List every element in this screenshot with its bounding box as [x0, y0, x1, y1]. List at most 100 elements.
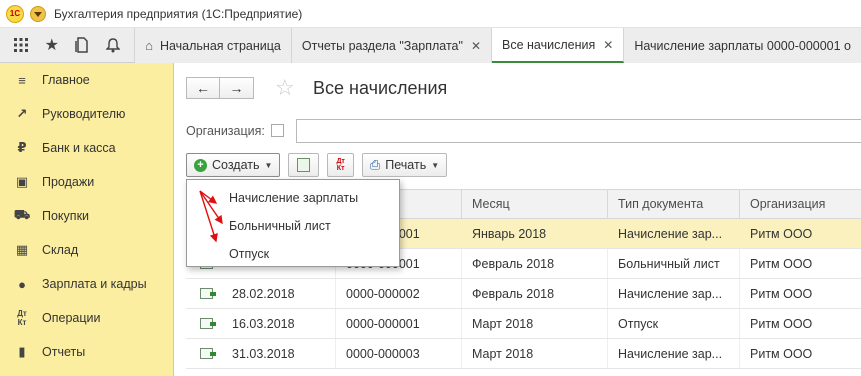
dt-kt-label-top: Дт	[336, 158, 345, 165]
print-button[interactable]: ⎙ Печать ▼	[361, 153, 448, 177]
doc-type-cell: Больничный лист	[608, 249, 740, 278]
tab-label: Начальная страница	[159, 38, 281, 53]
sidebar-item-sales[interactable]: ▣ Продажи	[0, 165, 173, 199]
tab-salary-reports[interactable]: Отчеты раздела "Зарплата" ✕	[291, 28, 493, 63]
command-bar: + Создать ▼ Дт Кт ⎙ Печать ▼	[186, 153, 455, 177]
sidebar-item-label: Склад	[42, 243, 79, 257]
sidebar-item-label: Отчеты	[42, 345, 86, 359]
tab-payroll-document[interactable]: Начисление зарплаты 0000-000001 о	[624, 28, 861, 63]
organization-cell: Ритм ООО	[750, 346, 813, 361]
sidebar-item-reports[interactable]: ▮ Отчеты	[0, 335, 173, 369]
page-title: Все начисления	[313, 78, 448, 98]
tab-label: Начисление зарплаты 0000-000001 о	[634, 38, 851, 53]
dt-kt-label-bottom: Кт	[336, 165, 345, 172]
organization-input[interactable]	[296, 119, 861, 143]
organization-cell: Ритм ООО	[750, 286, 813, 301]
sidebar-item-management[interactable]: ↗ Руководителю	[0, 97, 173, 131]
back-button[interactable]: ←	[186, 77, 220, 99]
star-icon[interactable]: ★	[43, 36, 61, 54]
month-cell: Март 2018	[462, 309, 608, 338]
home-icon: ⌂	[145, 38, 153, 53]
doc-type-cell: Отпуск	[608, 309, 740, 338]
chevron-down-icon: ▼	[264, 160, 273, 170]
menu-item-vacation[interactable]: Отпуск	[187, 240, 399, 268]
sidebar-item-label: Главное	[42, 73, 90, 87]
close-icon[interactable]: ✕	[603, 38, 613, 52]
sidebar-item-label: Покупки	[42, 209, 90, 223]
sidebar-item-bank[interactable]: ₽ Банк и касса	[0, 131, 173, 165]
month-cell: Январь 2018	[462, 219, 608, 248]
history-icon[interactable]	[73, 36, 91, 54]
tab-home[interactable]: ⌂ Начальная страница	[135, 28, 292, 63]
title-bar: 1С Бухгалтерия предприятия (1С:Предприят…	[0, 0, 861, 28]
bell-icon[interactable]	[104, 36, 122, 54]
toolbar-icons: ★	[0, 28, 136, 62]
create-button-label: Создать	[212, 158, 260, 172]
number-cell: 0000-000003	[336, 339, 462, 368]
table-row[interactable]: 16.03.2018 0000-000001 Март 2018 Отпуск …	[186, 309, 861, 339]
sections-sidebar: ≡ Главное ↗ Руководителю ₽ Банк и касса …	[0, 63, 174, 376]
doc-type-cell: Начисление зар...	[608, 339, 740, 368]
month-cell: Февраль 2018	[462, 279, 608, 308]
sidebar-item-label: Банк и касса	[42, 141, 116, 155]
1c-logo-icon: 1С	[6, 4, 24, 23]
create-button[interactable]: + Создать ▼	[186, 153, 281, 177]
main-menu-dropdown-icon[interactable]	[30, 5, 46, 22]
bag-icon: ▣	[15, 174, 29, 189]
sidebar-item-label: Продажи	[42, 175, 95, 189]
favorite-star-icon[interactable]: ☆	[275, 75, 295, 101]
tab-label: Все начисления	[502, 37, 596, 52]
organization-checkbox[interactable]	[271, 124, 284, 137]
create-dropdown-menu: Начисление зарплаты Больничный лист Отпу…	[186, 179, 400, 267]
month-cell: Февраль 2018	[462, 249, 608, 278]
organization-cell: Ритм ООО	[750, 256, 813, 271]
table-row[interactable]: 31.03.2018 0000-000003 Март 2018 Начисле…	[186, 339, 861, 369]
date-cell: 28.02.2018	[186, 279, 336, 308]
menu-item-sick-leave[interactable]: Больничный лист	[187, 212, 399, 240]
person-icon: ●	[18, 276, 26, 292]
organization-label: Организация:	[186, 124, 265, 138]
warehouse-icon: ▦	[15, 242, 29, 257]
sidebar-item-operations[interactable]: Дт Кт Операции	[0, 301, 173, 335]
posted-document-icon	[200, 288, 216, 299]
arrow-right-icon: →	[229, 80, 244, 96]
copy-button[interactable]	[288, 153, 320, 177]
app-title: Бухгалтерия предприятия (1С:Предприятие)	[54, 6, 303, 21]
dt-kt-icon: Дт Кт	[17, 309, 27, 327]
date-cell: 16.03.2018	[186, 309, 336, 338]
column-header-month[interactable]: Месяц	[462, 190, 608, 218]
table-row[interactable]: 28.02.2018 0000-000002 Февраль 2018 Начи…	[186, 279, 861, 309]
trend-icon: ↗	[16, 106, 28, 121]
cell-text: 28.02.2018	[232, 286, 295, 301]
close-icon[interactable]: ✕	[471, 39, 481, 53]
column-header-organization[interactable]: Организация	[740, 190, 861, 218]
tab-all-accruals[interactable]: Все начисления ✕	[492, 28, 625, 63]
printer-icon: ⎙	[369, 157, 381, 172]
sidebar-item-main[interactable]: ≡ Главное	[0, 63, 173, 97]
posted-document-icon	[200, 318, 216, 329]
plus-icon: +	[194, 158, 207, 172]
bar-chart-icon: ▮	[18, 344, 26, 359]
menu-item-payroll[interactable]: Начисление зарплаты	[187, 184, 399, 212]
arrow-left-icon: ←	[196, 80, 210, 96]
tab-label: Отчеты раздела "Зарплата"	[301, 38, 463, 53]
column-header-doc-type[interactable]: Тип документа	[608, 190, 740, 218]
doc-type-cell: Начисление зар...	[608, 219, 740, 248]
apps-grid-icon[interactable]	[12, 36, 30, 54]
navigation-buttons: ← →	[186, 77, 254, 99]
number-cell: 0000-000002	[336, 279, 462, 308]
sidebar-item-warehouse[interactable]: ▦ Склад	[0, 233, 173, 267]
sidebar-item-salary[interactable]: ● Зарплата и кадры	[0, 267, 173, 301]
sidebar-item-purchases[interactable]: ⛟ Покупки	[0, 199, 173, 233]
doc-type-cell: Начисление зар...	[608, 279, 740, 308]
tabs-bar: ★ ⌂ Начальная страница Отчеты раздела "З…	[0, 28, 861, 63]
menu-lines-icon: ≡	[18, 72, 26, 88]
organization-cell: Ритм ООО	[750, 316, 813, 331]
forward-button[interactable]: →	[220, 77, 254, 99]
print-button-label: Печать	[385, 158, 427, 172]
sidebar-item-label: Операции	[42, 311, 101, 325]
month-cell: Март 2018	[462, 339, 608, 368]
dt-kt-button[interactable]: Дт Кт	[327, 153, 354, 177]
sidebar-item-label: Зарплата и кадры	[42, 277, 147, 291]
copy-document-icon	[297, 158, 311, 172]
